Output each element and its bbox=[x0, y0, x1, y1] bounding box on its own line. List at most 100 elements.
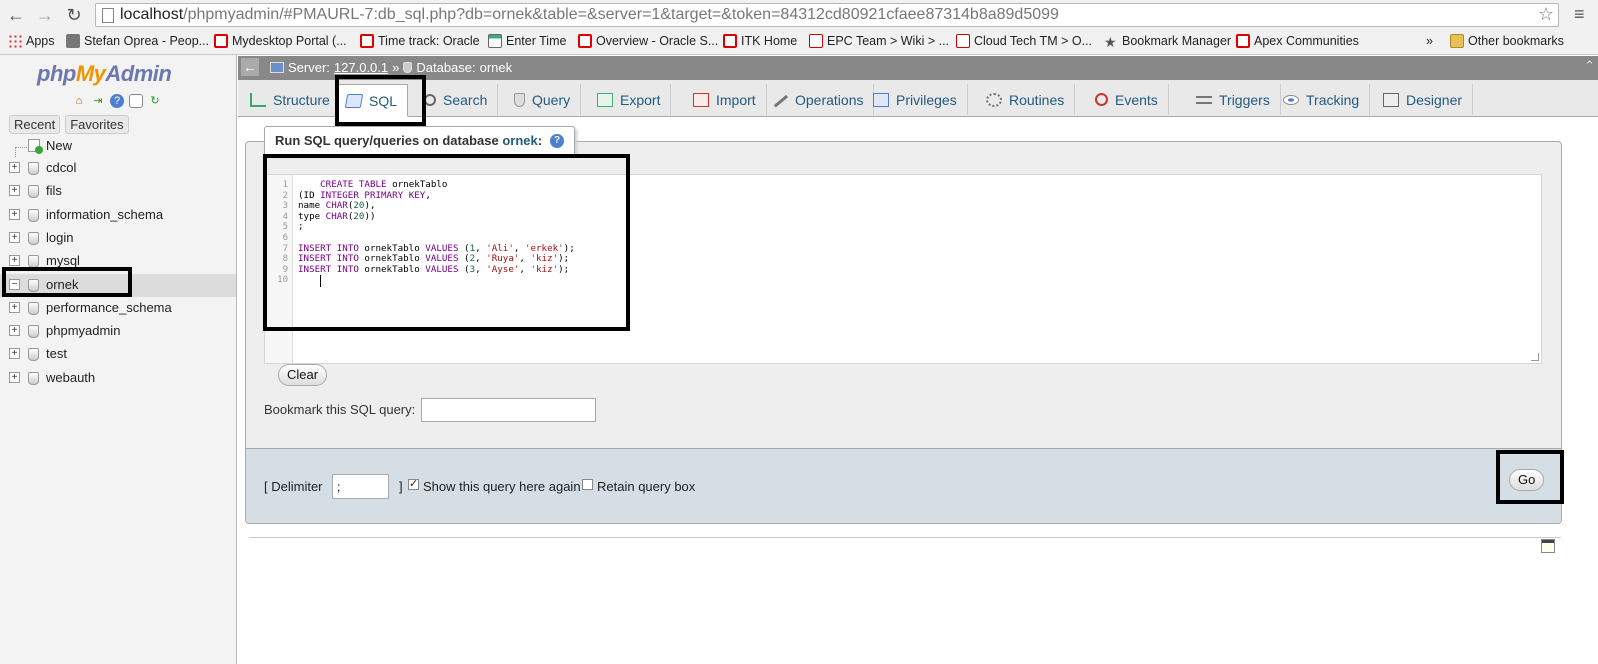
resize-handle[interactable] bbox=[1531, 353, 1539, 361]
bookmark-item[interactable]: Apps bbox=[8, 34, 55, 48]
back-arrow-icon[interactable]: ← bbox=[5, 4, 27, 26]
designer-icon bbox=[1383, 92, 1399, 107]
other-bookmarks-button[interactable]: Other bookmarks bbox=[1450, 34, 1564, 48]
database-name[interactable]: test bbox=[46, 346, 67, 361]
bookmark-query-label: Bookmark this SQL query: bbox=[264, 402, 416, 417]
help-icon[interactable]: ? bbox=[550, 133, 565, 148]
tab-search[interactable]: Search bbox=[414, 84, 499, 115]
favorites-tab[interactable]: Favorites bbox=[65, 115, 129, 134]
bookmark-label: EPC Team > Wiki > ... bbox=[827, 34, 950, 48]
bookmark-item[interactable]: Time track: Oracle bbox=[360, 34, 480, 48]
tab-tracking[interactable]: Tracking bbox=[1273, 84, 1371, 115]
server-link[interactable]: 127.0.0.1 bbox=[334, 60, 388, 75]
bookmark-star-icon[interactable]: ☆ bbox=[1538, 4, 1554, 25]
bookmarks-overflow-button[interactable]: » bbox=[1426, 34, 1433, 48]
database-tabs: Structure SQL Search Query Export Import Opera… bbox=[238, 80, 1598, 117]
tree-item-information_schema[interactable]: + information_schema bbox=[0, 204, 236, 227]
bookmark-item[interactable]: ITK Home bbox=[723, 34, 797, 48]
star-icon: ★ bbox=[1104, 34, 1117, 50]
recent-favorites-tabs: Recent Favorites bbox=[9, 115, 129, 134]
hamburger-menu-icon[interactable]: ≡ bbox=[1574, 4, 1585, 25]
bookmark-item[interactable]: ★ Bookmark Manager bbox=[1104, 34, 1231, 50]
phpmyadmin-logo[interactable]: phpMyAdmin bbox=[37, 61, 172, 87]
database-name[interactable]: phpmyadmin bbox=[46, 323, 120, 338]
tree-item-performance_schema[interactable]: + performance_schema bbox=[0, 297, 236, 320]
bookmark-item[interactable]: Cloud Tech TM > O... bbox=[956, 34, 1092, 48]
tree-item-webauth[interactable]: + webauth bbox=[0, 367, 236, 390]
show-query-checkbox[interactable]: ✓ bbox=[408, 479, 419, 490]
retain-query-checkbox[interactable] bbox=[582, 479, 593, 490]
bookmarks-bar: Apps Stefan Oprea - Peop... Mydesktop Port… bbox=[0, 30, 1598, 55]
collapse-top-icon[interactable]: ⌃ bbox=[1584, 58, 1595, 74]
server-icon bbox=[270, 62, 284, 73]
database-name[interactable]: webauth bbox=[46, 370, 95, 385]
recent-tab[interactable]: Recent bbox=[9, 115, 61, 134]
help-icon[interactable]: ? bbox=[110, 94, 124, 108]
tab-structure[interactable]: Structure bbox=[240, 84, 341, 115]
tab-routines[interactable]: Routines bbox=[976, 84, 1076, 115]
expand-icon[interactable]: + bbox=[9, 348, 20, 360]
tree-item-fils[interactable]: + fils bbox=[0, 180, 236, 203]
console-icon[interactable] bbox=[1541, 539, 1555, 553]
bookmark-item[interactable]: Stefan Oprea - Peop... bbox=[66, 34, 209, 48]
database-icon bbox=[28, 185, 39, 199]
show-query-label[interactable]: Show this query here again bbox=[423, 479, 581, 494]
tree-item-login[interactable]: + login bbox=[0, 227, 236, 250]
bookmark-item[interactable]: Overview - Oracle S... bbox=[578, 34, 718, 48]
database-name[interactable]: performance_schema bbox=[46, 300, 172, 315]
database-link[interactable]: ornek bbox=[480, 60, 513, 75]
forward-arrow-icon[interactable]: → bbox=[34, 4, 56, 26]
bookmark-item[interactable]: Enter Time bbox=[488, 34, 566, 48]
expand-icon[interactable]: + bbox=[9, 231, 20, 243]
tab-privileges[interactable]: Privileges bbox=[863, 84, 968, 115]
reload-icon[interactable]: ↻ bbox=[63, 4, 85, 26]
tab-designer[interactable]: Designer bbox=[1373, 84, 1474, 115]
expand-icon[interactable]: + bbox=[9, 371, 20, 383]
bookmark-item[interactable]: Mydesktop Portal (... bbox=[214, 34, 347, 48]
home-icon[interactable]: ⌂ bbox=[72, 94, 86, 108]
tree-item-new[interactable]: New bbox=[0, 135, 236, 158]
tree-item-cdcol[interactable]: + cdcol bbox=[0, 157, 236, 180]
tab-label: Tracking bbox=[1306, 91, 1360, 108]
page-icon bbox=[102, 8, 114, 23]
folder-icon bbox=[1450, 34, 1464, 48]
tab-export[interactable]: Export bbox=[587, 84, 672, 115]
bookmark-query-input[interactable] bbox=[421, 398, 596, 422]
tab-events[interactable]: Events bbox=[1085, 84, 1169, 115]
tree-item-phpmyadmin[interactable]: + phpmyadmin bbox=[0, 320, 236, 343]
tab-triggers[interactable]: Triggers bbox=[1186, 84, 1281, 115]
events-icon bbox=[1095, 93, 1108, 106]
tab-query[interactable]: Query bbox=[504, 84, 582, 115]
logout-icon[interactable]: ⇥ bbox=[91, 94, 105, 108]
database-name[interactable]: information_schema bbox=[46, 207, 163, 222]
database-name[interactable]: cdcol bbox=[46, 160, 76, 175]
delimiter-input[interactable] bbox=[332, 474, 389, 499]
documentation-icon[interactable] bbox=[129, 94, 143, 108]
database-name[interactable]: mysql bbox=[46, 253, 80, 268]
address-bar[interactable]: localhost/phpmyadmin/#PMAURL-7:db_sql.ph… bbox=[95, 3, 1559, 27]
retain-query-label[interactable]: Retain query box bbox=[597, 479, 695, 494]
bookmark-item[interactable]: Apex Communities bbox=[1236, 34, 1359, 48]
oracle-icon bbox=[1236, 34, 1250, 48]
expand-icon[interactable]: + bbox=[9, 255, 20, 267]
tree-item-test[interactable]: + test bbox=[0, 343, 236, 366]
new-label: New bbox=[46, 138, 73, 153]
expand-icon[interactable]: + bbox=[9, 185, 20, 197]
clear-button[interactable]: Clear bbox=[278, 364, 328, 386]
database-icon bbox=[28, 162, 39, 175]
expand-icon[interactable]: + bbox=[9, 301, 20, 313]
import-icon bbox=[693, 92, 709, 107]
database-icon bbox=[28, 371, 39, 385]
database-name[interactable]: fils bbox=[46, 183, 62, 198]
database-name[interactable]: login bbox=[46, 230, 73, 245]
tab-operations[interactable]: Operations bbox=[762, 84, 875, 115]
bookmark-item[interactable]: EPC Team > Wiki > ... bbox=[809, 34, 949, 48]
tracking-icon bbox=[1283, 94, 1299, 105]
reload-navigation-icon[interactable]: ↻ bbox=[148, 94, 162, 108]
collapse-navigation-icon[interactable]: ← bbox=[241, 58, 259, 76]
expand-icon[interactable]: + bbox=[9, 162, 20, 173]
expand-icon[interactable]: + bbox=[9, 325, 20, 337]
breadcrumb: Server: 127.0.0.1 » Database: ornek bbox=[270, 60, 512, 75]
tab-import[interactable]: Import bbox=[683, 84, 767, 115]
expand-icon[interactable]: + bbox=[9, 208, 20, 220]
